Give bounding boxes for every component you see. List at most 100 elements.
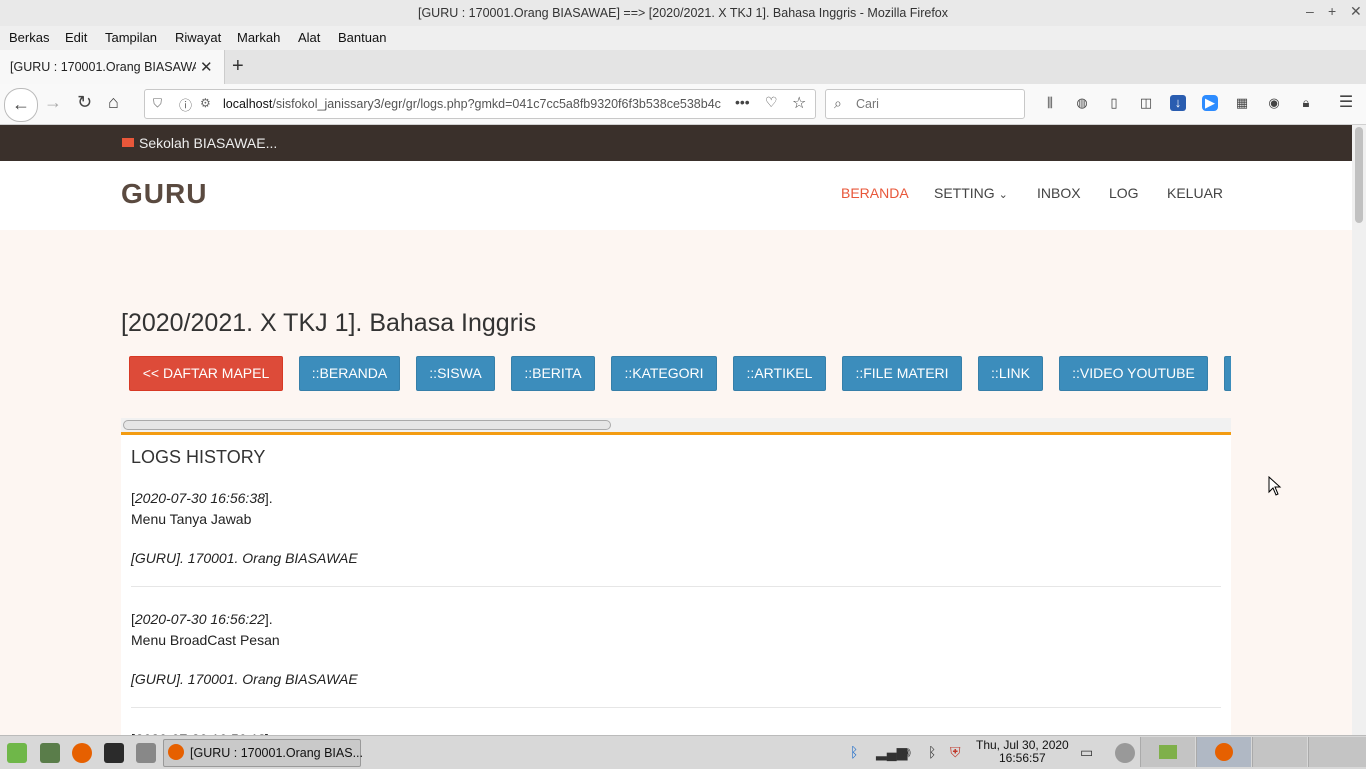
home-button[interactable]: ⌂: [108, 92, 119, 113]
lock-icon[interactable]: 🔒︎: [1298, 95, 1314, 111]
qr-code-icon[interactable]: ▦: [1234, 95, 1250, 111]
berita-button[interactable]: ::BERITA: [511, 356, 595, 391]
menu-markah[interactable]: Markah: [237, 30, 280, 45]
firefox-icon: [168, 744, 184, 760]
mint-menu-icon[interactable]: [7, 743, 27, 763]
url-text[interactable]: localhost/sisfokol_janissary3/egr/gr/log…: [223, 97, 733, 111]
nav-beranda[interactable]: BERANDA: [841, 185, 909, 201]
log-user: [GURU]. 170001. Orang BIASAWAE: [131, 671, 358, 687]
menu-berkas[interactable]: Berkas: [9, 30, 49, 45]
log-entry: [2020-07-30 16:56:38]. Menu Tanya Jawab …: [131, 490, 1221, 566]
info-icon[interactable]: ⓘ: [179, 95, 192, 114]
update-manager-icon[interactable]: ⛨: [950, 744, 961, 761]
reader-icon[interactable]: ▯: [1106, 95, 1122, 111]
workspace-4[interactable]: [1308, 737, 1366, 767]
url-bar[interactable]: ⛉ ⓘ ⚙ localhost/sisfokol_janissary3/egr/…: [144, 89, 816, 119]
library-icon[interactable]: ⫼: [1042, 95, 1058, 111]
overflow-button[interactable]: [1224, 356, 1231, 391]
url-host: localhost: [223, 97, 273, 111]
log-message: Menu Tanya Jawab: [131, 511, 252, 527]
workspace-1[interactable]: [1140, 737, 1195, 767]
search-placeholder: Cari: [856, 97, 879, 111]
tracking-shield-icon[interactable]: ⛉: [153, 96, 162, 111]
log-message: Menu BroadCast Pesan: [131, 632, 280, 648]
divider: [131, 586, 1221, 587]
page-scrollbar-thumb[interactable]: [1355, 127, 1363, 223]
artikel-button[interactable]: ::ARTIKEL: [733, 356, 826, 391]
button-row-scrollbar[interactable]: [121, 418, 1231, 432]
sidebar-icon[interactable]: ◫: [1138, 95, 1154, 111]
nav-setting[interactable]: SETTING ⌄: [934, 185, 1008, 201]
forward-button[interactable]: →: [44, 92, 62, 113]
window-title: [GURU : 170001.Orang BIASAWAE] ==> [2020…: [417, 6, 948, 20]
bookmark-star-icon[interactable]: ☆: [792, 93, 806, 113]
tab-close-icon[interactable]: ✕: [200, 58, 213, 76]
log-entry: [2020-07-30 16:56:22]. Menu BroadCast Pe…: [131, 611, 1221, 687]
site-brand[interactable]: GURU: [121, 178, 207, 210]
menu-tampilan[interactable]: Tampilan: [105, 30, 157, 45]
search-bar[interactable]: ⌕ Cari: [825, 89, 1025, 119]
taskbar-window-label: [GURU : 170001.Orang BIAS...: [190, 746, 363, 760]
menu-riwayat[interactable]: Riwayat: [175, 30, 221, 45]
page-title: [2020/2021. X TKJ 1]. Bahasa Inggris: [121, 309, 537, 337]
browser-tab[interactable]: [GURU : 170001.Orang BIASAWAE] ==> [2020…: [0, 50, 225, 84]
minimize-icon[interactable]: –: [1306, 3, 1314, 19]
page-scrollbar[interactable]: [1352, 125, 1366, 735]
panel-title: LOGS HISTORY: [131, 447, 266, 467]
firefox-launcher-icon[interactable]: [72, 743, 92, 763]
reload-button[interactable]: ↻: [77, 92, 92, 113]
account-icon[interactable]: ◉: [1266, 95, 1282, 111]
folder-icon: [1159, 745, 1177, 759]
divider: [131, 707, 1221, 708]
daftar-mapel-button[interactable]: << DAFTAR MAPEL: [129, 356, 283, 391]
menubar: Berkas Edit Tampilan Riwayat Markah Alat…: [0, 26, 1366, 50]
log-timestamp-line: [2020-07-30 16:56:22].: [131, 611, 273, 627]
show-desktop-icon[interactable]: [40, 743, 60, 763]
volume-icon[interactable]: 🔊︎: [902, 744, 911, 761]
nav-log[interactable]: LOG: [1109, 185, 1139, 201]
school-name: Sekolah BIASAWAE...: [139, 135, 278, 151]
close-icon[interactable]: ✕: [1350, 3, 1362, 20]
maximize-icon[interactable]: +: [1328, 3, 1336, 19]
bluetooth-app-icon[interactable]: ᛒ: [850, 744, 858, 760]
beranda-button[interactable]: ::BERANDA: [299, 356, 400, 391]
taskbar-window-button[interactable]: [GURU : 170001.Orang BIAS...: [163, 739, 363, 767]
link-button[interactable]: ::LINK: [978, 356, 1043, 391]
battery-icon[interactable]: ▭: [1080, 744, 1093, 761]
workspace-3[interactable]: [1252, 737, 1307, 767]
new-tab-icon[interactable]: +: [232, 55, 244, 78]
nav-inbox[interactable]: INBOX: [1037, 185, 1081, 201]
terminal-icon[interactable]: [104, 743, 124, 763]
nav-keluar[interactable]: KELUAR: [1167, 185, 1223, 201]
pocket-icon[interactable]: ♡: [765, 94, 778, 111]
menu-edit[interactable]: Edit: [65, 30, 87, 45]
workspace-2[interactable]: [1196, 737, 1251, 767]
zoom-extension-icon[interactable]: ▶: [1202, 95, 1218, 111]
kategori-button[interactable]: ::KATEGORI: [611, 356, 717, 391]
permissions-icon[interactable]: ⚙: [200, 96, 211, 110]
siswa-button[interactable]: ::SISWA: [416, 356, 495, 391]
site-topbar: Sekolah BIASAWAE...: [0, 125, 1352, 161]
log-timestamp: 2020-07-30 16:56:38: [134, 490, 265, 506]
user-applet-icon[interactable]: [1115, 743, 1135, 763]
menu-bantuan[interactable]: Bantuan: [338, 30, 386, 45]
mouse-cursor-icon: [1268, 476, 1282, 496]
clock[interactable]: Thu, Jul 30, 2020 16:56:57: [976, 739, 1069, 765]
hamburger-menu-icon[interactable]: ☰: [1338, 95, 1354, 111]
extension-globe-icon[interactable]: ◍: [1074, 95, 1090, 111]
file-materi-button[interactable]: ::FILE MATERI: [842, 356, 962, 391]
taskbar: [GURU : 170001.Orang BIAS... ᛒ ▂▄▆ 🔊︎ ᛒ …: [0, 735, 1366, 769]
envelope-icon: [122, 138, 134, 147]
scrollbar-thumb[interactable]: [123, 420, 611, 430]
window-titlebar: [GURU : 170001.Orang BIASAWAE] ==> [2020…: [0, 0, 1366, 26]
search-icon: ⌕: [834, 95, 842, 111]
download-icon[interactable]: ↓: [1170, 95, 1186, 111]
video-youtube-button[interactable]: ::VIDEO YOUTUBE: [1059, 356, 1208, 391]
menu-alat[interactable]: Alat: [298, 30, 320, 45]
clock-time: 16:56:57: [999, 751, 1046, 765]
page-actions-icon[interactable]: •••: [735, 94, 750, 110]
url-path: /sisfokol_janissary3/egr/gr/logs.php?gmk…: [272, 97, 721, 111]
back-button[interactable]: ←: [4, 88, 38, 122]
bluetooth-icon[interactable]: ᛒ: [928, 744, 936, 760]
file-manager-launcher-icon[interactable]: [136, 743, 156, 763]
